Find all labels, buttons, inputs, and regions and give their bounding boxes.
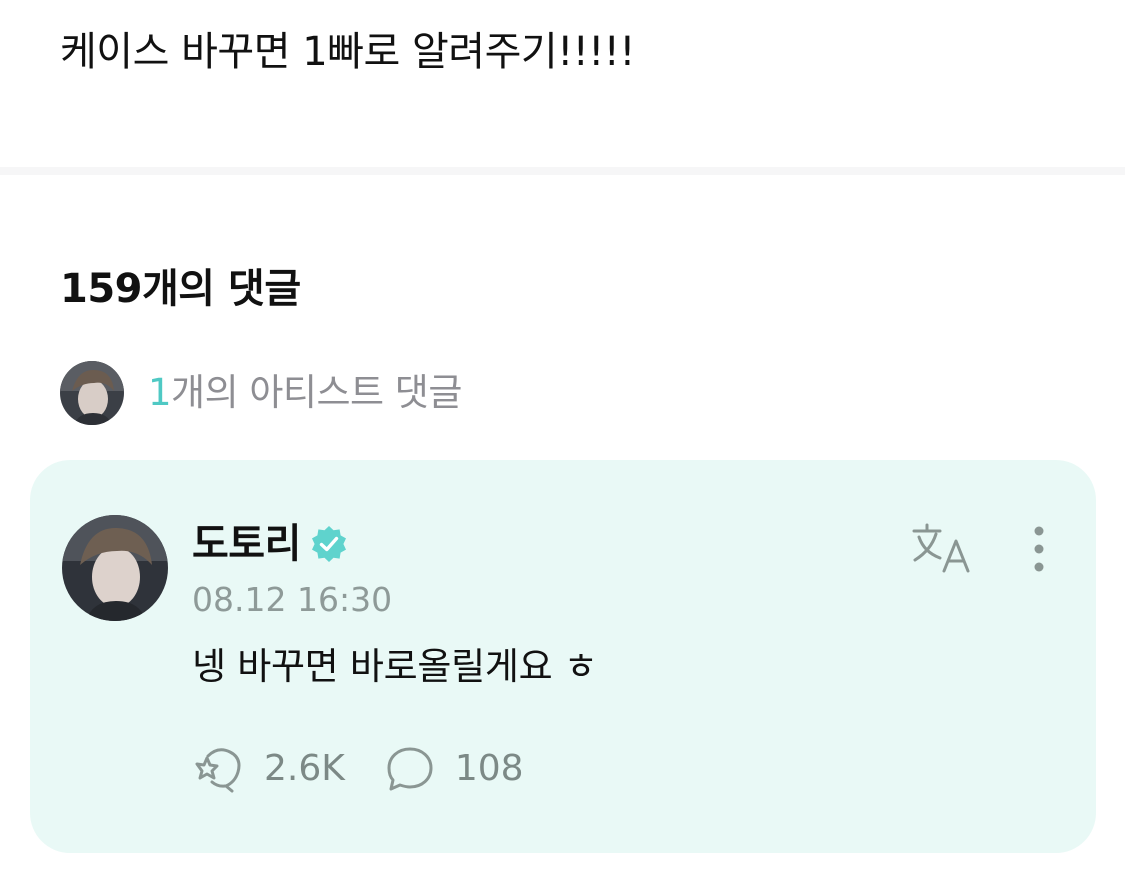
artist-comments-toggle[interactable]: 1개의 아티스트 댓글 [60, 361, 462, 425]
verified-badge-icon [309, 524, 349, 564]
more-vertical-icon [1034, 526, 1044, 572]
like-count: 2.6K [264, 748, 345, 789]
more-options-button[interactable] [1026, 522, 1056, 580]
translate-button[interactable] [910, 522, 974, 578]
comment-author-name[interactable]: 도토리 [192, 518, 301, 570]
like-button[interactable]: 2.6K [192, 742, 345, 796]
artist-comments-label: 1개의 아티스트 댓글 [148, 368, 462, 418]
translate-icon [912, 523, 970, 573]
comment-actions: 2.6K 108 [192, 743, 524, 795]
artist-comment-count: 1 [148, 371, 172, 414]
sparkle-heart-icon [192, 742, 246, 796]
post-body-text: 케이스 바꾸면 1빠로 알려주기!!!!! [60, 29, 635, 75]
comment-count-heading: 159개의 댓글 [60, 266, 301, 312]
section-divider [0, 167, 1125, 175]
artist-avatar [60, 361, 124, 425]
artist-comment-suffix: 개의 아티스트 댓글 [171, 371, 462, 414]
post-detail-page: 케이스 바꾸면 1빠로 알려주기!!!!! 159개의 댓글 1개의 아티스트 … [0, 0, 1125, 879]
reply-button[interactable]: 108 [383, 742, 524, 796]
artist-comment-card: 도토리 08.12 16:30 넹 바꾸면 바로올릴게요 ㅎ 2.6K 108 [30, 460, 1096, 853]
comment-body-text: 넹 바꾸면 바로올릴게요 ㅎ [192, 645, 598, 688]
reply-count: 108 [454, 748, 524, 789]
comment-author-avatar[interactable] [62, 515, 168, 621]
comment-author-row: 도토리 [192, 518, 349, 570]
speech-bubble-icon [383, 742, 437, 796]
comment-timestamp: 08.12 16:30 [192, 580, 393, 619]
